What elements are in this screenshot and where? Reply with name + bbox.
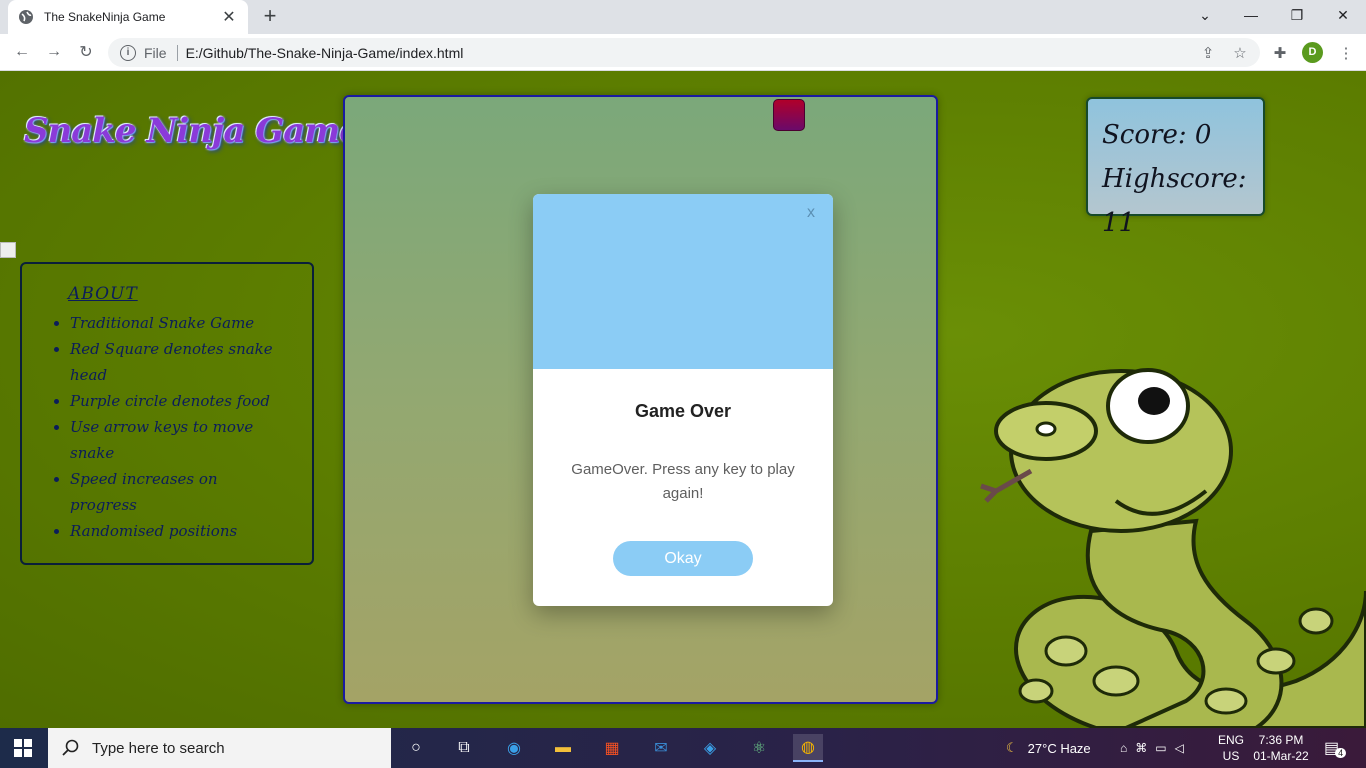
list-item: Red Square denotes snake head [70, 336, 275, 388]
about-panel: ABOUT Traditional Snake Game Red Square … [20, 262, 314, 565]
clock-time: 7:36 PM [1258, 733, 1304, 747]
clock[interactable]: 7:36 PM 01-Mar-22 [1252, 728, 1310, 768]
modal-title: Game Over [634, 401, 732, 421]
new-tab-button[interactable]: + [256, 4, 284, 30]
mail-icon[interactable]: ✉ [646, 734, 676, 762]
close-icon[interactable]: x [807, 204, 815, 222]
tab-title: The SnakeNinja Game [44, 10, 166, 24]
broken-image-icon [0, 242, 16, 258]
minimize-button[interactable]: — [1228, 0, 1274, 30]
notification-badge: 4 [1335, 748, 1347, 758]
info-icon[interactable]: i [120, 44, 136, 61]
store-icon[interactable]: ▦ [597, 734, 627, 762]
moon-icon: ☾ [1006, 740, 1018, 755]
extensions-icon[interactable]: ✚ [1270, 43, 1290, 63]
tab-strip: The SnakeNinja Game ✕ + ⌄ — ❐ ✕ [0, 0, 1366, 34]
menu-icon[interactable]: ⋮ [1336, 43, 1356, 63]
score-text: Score: 0 [1102, 120, 1212, 150]
lang-top: ENG [1218, 733, 1245, 747]
snake-head [773, 99, 805, 131]
edge-icon[interactable]: ◉ [499, 734, 529, 762]
okay-button[interactable]: Okay [613, 541, 753, 576]
forward-icon[interactable]: → [42, 40, 66, 64]
list-item: Purple circle denotes food [70, 388, 275, 414]
about-heading: ABOUT [68, 284, 138, 304]
lang-bottom: US [1222, 749, 1240, 763]
search-icon [62, 739, 79, 756]
file-label: File [144, 44, 167, 61]
notification-icon[interactable]: ▤ 4 [1324, 728, 1347, 768]
game-logo: Snake Ninja Game [24, 111, 361, 151]
reload-icon[interactable]: ↻ [74, 40, 98, 64]
url-text[interactable]: E:/Github/The-Snake-Ninja-Game/index.htm… [186, 45, 464, 61]
divider [176, 44, 178, 61]
list-item: Traditional Snake Game [70, 310, 275, 336]
list-item: Randomised positions [70, 518, 275, 544]
restore-button[interactable]: ❐ [1274, 0, 1320, 30]
tab-search-icon[interactable]: ⌄ [1182, 0, 1228, 30]
file-explorer-icon[interactable]: ▬ [548, 734, 578, 762]
task-view-icon[interactable]: ⧉ [449, 734, 479, 762]
weather-widget[interactable]: ☾ 27°C Haze [1006, 728, 1091, 768]
address-bar[interactable]: i File E:/Github/The-Snake-Ninja-Game/in… [108, 38, 1260, 67]
snake-illustration [980, 368, 1366, 728]
browser-tab[interactable]: The SnakeNinja Game ✕ [8, 0, 248, 34]
taskbar: Type here to search ○ ⧉ ◉ ▬ ▦ ✉ ◈ ⚛ ◍ ☾ … [0, 728, 1366, 768]
language-indicator[interactable]: ENG US [1218, 728, 1244, 768]
star-icon[interactable]: ☆ [1230, 43, 1250, 63]
globe-icon [19, 10, 33, 24]
tray-icons[interactable]: ⌂⌘▭◁ [1120, 728, 1192, 768]
game-page: Snake Ninja Game ABOUT Traditional Snake… [0, 71, 1366, 728]
atom-icon[interactable]: ⚛ [744, 734, 774, 762]
clock-date: 01-Mar-22 [1253, 749, 1309, 763]
modal-header: x [533, 194, 833, 369]
search-placeholder: Type here to search [92, 739, 225, 757]
modal-message: GameOver. Press any key to play again! [571, 461, 795, 502]
weather-text: 27°C Haze [1027, 740, 1091, 756]
taskbar-search[interactable]: Type here to search [48, 728, 391, 768]
share-icon[interactable]: ⇪ [1198, 43, 1218, 63]
browser-toolbar: ← → ↻ i File E:/Github/The-Snake-Ninja-G… [0, 34, 1366, 71]
list-item: Speed increases on progress [70, 466, 275, 518]
back-icon[interactable]: ← [10, 40, 34, 64]
cortana-icon[interactable]: ○ [401, 734, 431, 762]
list-item: Use arrow keys to move snake [70, 414, 275, 466]
close-window-button[interactable]: ✕ [1320, 0, 1366, 30]
highscore-text: Highscore: 11 [1102, 164, 1247, 238]
about-list: Traditional Snake Game Red Square denote… [68, 310, 312, 544]
game-over-modal: x Game Over GameOver. Press any key to p… [533, 194, 833, 606]
windows-start-icon[interactable] [14, 739, 32, 757]
app-icon[interactable]: ◈ [695, 734, 725, 762]
chrome-icon[interactable]: ◍ [793, 734, 823, 762]
profile-avatar[interactable]: D [1302, 42, 1323, 63]
close-tab-icon[interactable]: ✕ [220, 7, 238, 27]
score-panel: Score: 0 Highscore: 11 [1086, 97, 1265, 238]
